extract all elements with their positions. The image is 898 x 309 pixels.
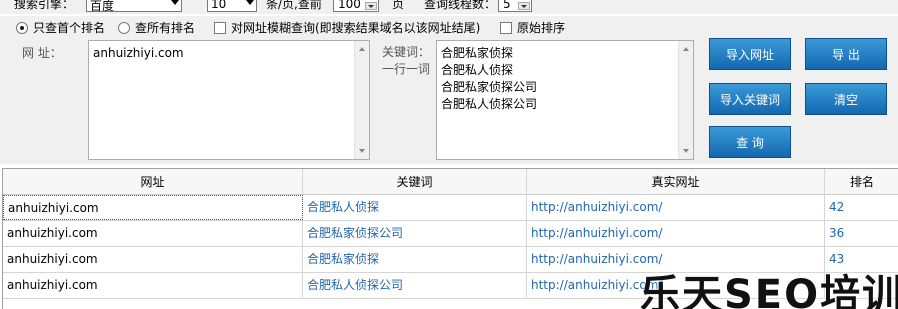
all-rank-radio[interactable]: 查所有排名: [118, 19, 195, 36]
checkbox-icon: [500, 21, 512, 34]
input-panel: 网 址： anhuizhiyi.com 关键词： 一行一词 合肥私家侦探 合肥私…: [0, 36, 898, 164]
engine-label: 搜索引擎：: [14, 0, 75, 11]
clear-button[interactable]: 清空: [805, 83, 887, 115]
scroll-up-icon[interactable]: [683, 47, 689, 51]
first-rank-radio[interactable]: 只查首个排名: [16, 19, 105, 36]
table-header: 网址 关键词 真实网址 排名: [3, 169, 898, 195]
top-settings-bar: 搜索引擎： 百度 10 条/页,查前 100 页 查询线程数： 5: [0, 0, 898, 14]
pages-stepper[interactable]: 100: [333, 0, 379, 12]
stepper-down-icon[interactable]: [518, 2, 530, 10]
cell-rank[interactable]: 36: [825, 221, 898, 246]
cell-keyword[interactable]: 合肥私人侦探: [303, 195, 527, 220]
cell-url[interactable]: anhuizhiyi.com: [3, 273, 303, 298]
pages-value: 100: [338, 0, 361, 11]
url-value: anhuizhiyi.com: [93, 46, 184, 60]
table-row[interactable]: anhuizhiyi.com 合肥私家侦探公司 http://anhuizhiy…: [3, 221, 898, 247]
all-rank-label: 查所有排名: [135, 21, 196, 35]
per-page-value: 10: [211, 0, 227, 11]
cell-keyword[interactable]: 合肥私人侦探公司: [303, 273, 527, 298]
scroll-up-icon[interactable]: [359, 47, 365, 51]
keyword-hint: 一行一词: [382, 62, 431, 76]
options-row: 只查首个排名 查所有排名 对网址模糊查询(即搜索结果域名以该网址结尾) 原始排序: [0, 16, 898, 36]
cell-real-url[interactable]: http://anhuizhiyi.com/: [527, 221, 825, 246]
cell-url[interactable]: anhuizhiyi.com: [3, 247, 303, 272]
keyword-textarea[interactable]: 合肥私家侦探 合肥私人侦探 合肥私家侦探公司 合肥私人侦探公司: [436, 40, 694, 160]
checkbox-icon: [214, 21, 226, 34]
import-keywords-button[interactable]: 导入关键词: [709, 83, 791, 115]
per-page-label: 条/页,查前: [266, 0, 322, 11]
per-page-select[interactable]: 10: [207, 0, 257, 12]
keyword-line: 合肥私人侦探公司: [441, 97, 538, 111]
chevron-down-icon: [171, 0, 179, 5]
chevron-down-icon: [246, 0, 254, 5]
raw-sort-label: 原始排序: [517, 21, 566, 35]
query-button[interactable]: 查 询: [709, 126, 791, 158]
cell-keyword[interactable]: 合肥私家侦探: [303, 247, 527, 272]
fuzzy-checkbox[interactable]: 对网址模糊查询(即搜索结果域名以该网址结尾): [214, 19, 480, 36]
table-row[interactable]: anhuizhiyi.com 合肥私人侦探 http://anhuizhiyi.…: [3, 195, 898, 221]
keyword-list: 合肥私家侦探 合肥私人侦探 合肥私家侦探公司 合肥私人侦探公司: [441, 45, 537, 113]
keyword-line: 合肥私家侦探: [441, 46, 514, 60]
pages-unit: 页: [392, 0, 405, 11]
threads-label: 查询线程数：: [424, 0, 497, 11]
raw-sort-checkbox[interactable]: 原始排序: [500, 19, 565, 36]
url-textarea[interactable]: anhuizhiyi.com: [88, 40, 370, 160]
column-header-keyword[interactable]: 关键词: [303, 169, 527, 195]
stepper-down-icon[interactable]: [365, 2, 377, 10]
cell-real-url[interactable]: http://anhuizhiyi.com/: [527, 195, 825, 220]
cell-rank[interactable]: 42: [825, 195, 898, 220]
keyword-scrollbar[interactable]: [678, 41, 693, 159]
cell-url[interactable]: anhuizhiyi.com: [3, 221, 303, 246]
engine-value: 百度: [90, 0, 115, 13]
keyword-line: 合肥私人侦探: [441, 63, 514, 77]
url-scrollbar[interactable]: [354, 41, 369, 159]
cell-url[interactable]: anhuizhiyi.com: [3, 195, 303, 220]
keyword-line: 合肥私家侦探公司: [441, 80, 538, 94]
column-header-url[interactable]: 网址: [3, 169, 303, 195]
keyword-label: 关键词：: [382, 45, 431, 59]
cell-keyword[interactable]: 合肥私家侦探公司: [303, 221, 527, 246]
export-button[interactable]: 导 出: [805, 38, 887, 70]
first-rank-label: 只查首个排名: [33, 21, 106, 35]
threads-value: 5: [503, 0, 511, 11]
watermark: 乐天SEO培训: [640, 272, 898, 309]
radio-icon: [118, 21, 130, 34]
radio-selected-icon: [16, 21, 28, 34]
scroll-down-icon[interactable]: [359, 149, 365, 153]
engine-select[interactable]: 百度: [86, 0, 182, 13]
scroll-down-icon[interactable]: [683, 149, 689, 153]
fuzzy-label: 对网址模糊查询(即搜索结果域名以该网址结尾): [231, 21, 481, 35]
column-header-real-url[interactable]: 真实网址: [527, 169, 825, 195]
threads-stepper[interactable]: 5: [498, 0, 532, 12]
import-url-button[interactable]: 导入网址: [709, 38, 791, 70]
url-label: 网 址：: [22, 46, 62, 60]
column-header-rank[interactable]: 排名: [825, 169, 898, 195]
